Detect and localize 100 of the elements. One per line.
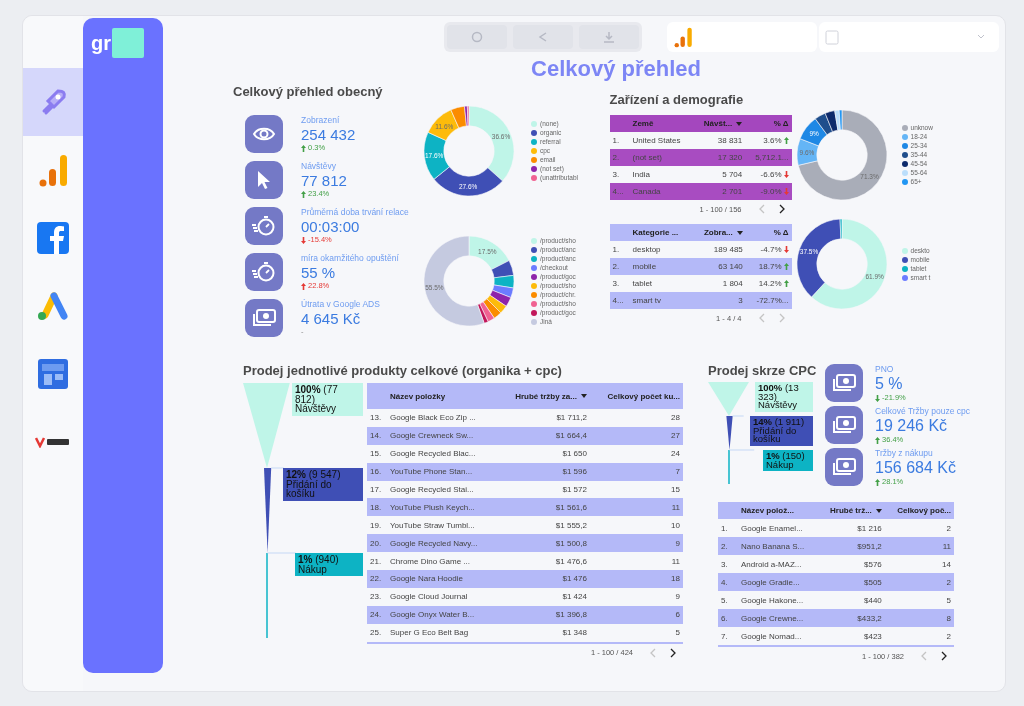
table-cell: 14: [884, 555, 954, 573]
table-cell: 3: [691, 292, 746, 309]
row-index: 2.: [609, 149, 630, 166]
logo-mark-icon: [112, 28, 144, 58]
bar-chart-icon: [673, 26, 693, 48]
table-cell: 5: [589, 623, 683, 643]
row-index: 7.: [718, 627, 738, 646]
column-header[interactable]: Hrubé trž...: [830, 506, 872, 515]
table-cell: desktop: [629, 241, 692, 258]
logo-icon: [35, 436, 71, 448]
table-cell: 3.6%: [763, 136, 782, 145]
section-title: Celkový přehled obecný: [233, 84, 383, 99]
row-index: 6.: [718, 609, 738, 627]
table-cell: Google Crewneck Sw...: [387, 426, 498, 445]
column-header[interactable]: % Δ: [773, 228, 789, 237]
sort-caret-icon[interactable]: [875, 508, 882, 513]
column-header[interactable]: Název polož...: [741, 506, 794, 515]
table-cell: 5 704: [693, 166, 746, 183]
next-page-icon[interactable]: [669, 647, 677, 658]
sort-caret-icon[interactable]: [580, 394, 587, 398]
row-index: 13.: [367, 409, 387, 427]
table-cell: Google Gradie...: [738, 573, 818, 591]
table-cell: 15: [589, 480, 683, 499]
table-cell: 38 831: [693, 132, 746, 149]
table-cell: $433,2: [818, 609, 885, 627]
column-header[interactable]: Celkový počet ku...: [607, 391, 680, 401]
table-cell: 10: [589, 516, 683, 535]
table-cell: $1 711,2: [497, 409, 590, 427]
table-cell: -9.0%: [760, 187, 782, 196]
table-cell: $1 424: [497, 587, 590, 606]
row-index: 2.: [718, 537, 738, 555]
triangle-logo-icon: [35, 290, 71, 322]
table-cell: Google Enamel...: [738, 519, 818, 537]
table-cell: $1 476: [497, 570, 590, 588]
table-cell: Android a-MAZ...: [738, 555, 818, 573]
row-index: 3.: [609, 166, 630, 183]
next-page-icon[interactable]: [777, 204, 786, 214]
kpi-label: Útrata v Google ADS: [301, 299, 380, 310]
table-cell: 24: [589, 444, 683, 463]
column-header[interactable]: Celkový poč...: [897, 506, 951, 515]
table-cell: $1 348: [497, 623, 590, 643]
table-cell: Google Nomad...: [738, 627, 818, 646]
row-index: 4.: [718, 573, 738, 591]
kpi-value: 19 246 Kč: [875, 417, 948, 435]
row-index: 2.: [609, 258, 630, 275]
table-cell: $1 596: [497, 462, 590, 481]
row-index: 14.: [367, 426, 387, 445]
row-index: 1.: [609, 241, 630, 258]
table-cell: 14.2%: [758, 279, 782, 288]
row-index: 1.: [609, 132, 630, 149]
social-logo-icon: [37, 222, 69, 254]
table-cell: $1 476,6: [497, 552, 590, 570]
table-cell: Google Onyx Water B...: [387, 605, 498, 624]
table-cell: 9: [589, 587, 683, 606]
kpi-label: míra okamžitého opuštění: [301, 253, 399, 264]
table-cell: Google Nara Hoodie: [387, 570, 498, 588]
table-cell: 11: [589, 552, 683, 570]
kpi-value: 156 684 Kč: [875, 459, 956, 477]
table-cell: 2 701: [693, 183, 746, 200]
table-cell: $1 561,6: [497, 498, 590, 517]
stopwatch-icon: [251, 214, 277, 238]
row-index: 5.: [718, 591, 738, 609]
table-cell: YouTube Phone Stan...: [387, 462, 498, 481]
kpi-label: Celkové Tržby pouze cpc: [875, 406, 970, 417]
table-cell: $1 664,4: [497, 426, 590, 445]
row-index: 17.: [367, 480, 387, 499]
table-cell: $1 555,2: [497, 516, 590, 535]
kpi-label: Průměrná doba trvání relace: [301, 207, 409, 218]
table-cell: mobile: [629, 258, 692, 275]
table-cell: Nano Banana S...: [738, 537, 818, 555]
column-header[interactable]: Název položky: [390, 391, 446, 401]
table-cell: tablet: [629, 275, 692, 292]
table-cell: YouTube Plush Keych...: [387, 498, 498, 517]
column-header[interactable]: Kategorie ...: [632, 228, 679, 237]
table-cell: 2: [884, 519, 954, 537]
column-header[interactable]: Hrubé tržby za...: [515, 391, 577, 401]
table-cell: 18.7%: [758, 262, 782, 271]
data-source-select[interactable]: [667, 22, 817, 52]
donut-slice: [493, 275, 515, 289]
table-cell: 5: [884, 591, 954, 609]
section-title: Zařízení a demografie: [609, 92, 744, 107]
table-cell: -72.7%...: [756, 296, 789, 305]
storefront-icon: [38, 359, 68, 389]
column-header[interactable]: Zobra...: [703, 228, 733, 237]
kpi-label: PNO: [875, 364, 894, 375]
table-cell: $1 396,8: [497, 605, 590, 624]
funnel-stage-label: 100% (77 812) Návštěvy: [292, 383, 363, 416]
table-cell: -4.7%: [760, 245, 782, 254]
funnel-stage-label: 12% (9 547) Přidání do košíku: [283, 468, 363, 501]
table-cell: 17 320: [693, 149, 746, 166]
row-index: 24.: [367, 605, 387, 624]
table-cell: 11: [589, 498, 683, 517]
table-cell: Google Cloud Journal: [387, 587, 498, 606]
table-cell: 8: [884, 609, 954, 627]
sort-caret-icon[interactable]: [736, 230, 743, 235]
table-cell: 7: [589, 462, 683, 481]
table-cell: $1 572: [497, 480, 590, 499]
table-cell: smart tv: [629, 292, 692, 309]
next-page-icon[interactable]: [940, 651, 948, 661]
table-cell: 28: [589, 409, 683, 427]
